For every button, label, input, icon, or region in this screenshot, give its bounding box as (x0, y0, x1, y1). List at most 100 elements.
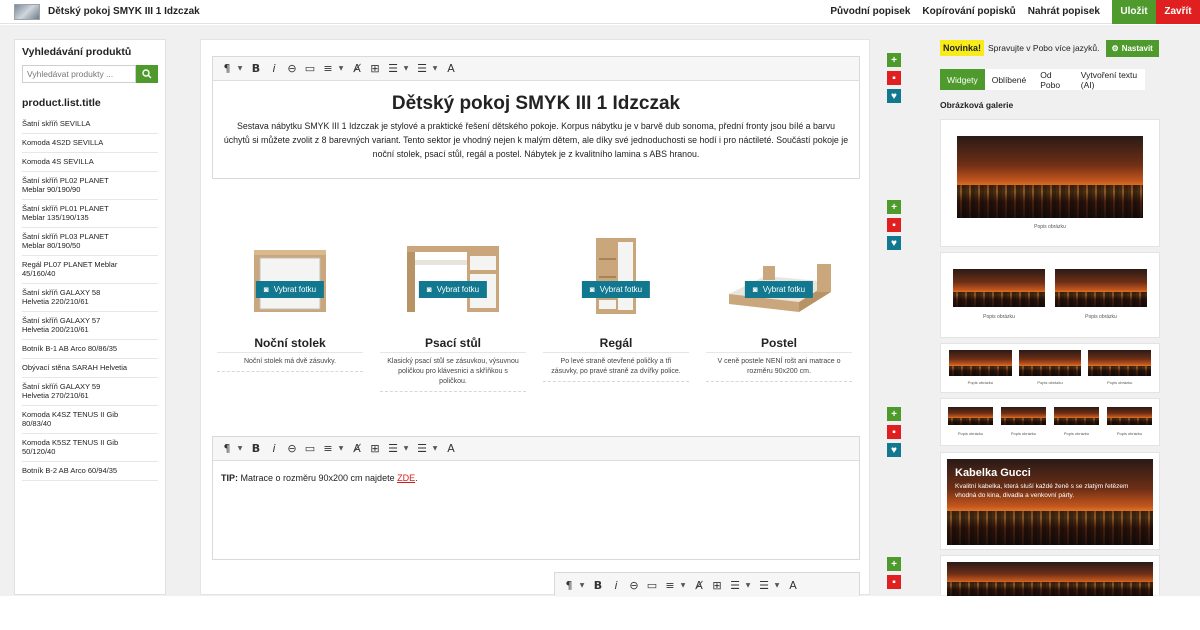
close-button[interactable]: Zavřít (1156, 0, 1200, 24)
button-icon[interactable]: ▭ (302, 62, 318, 75)
promo-banner-widget[interactable]: Kabelka Gucci Kvalitní kabelka, která sl… (940, 452, 1160, 550)
table-icon[interactable]: ⊞ (367, 62, 383, 75)
product-list-item[interactable]: Šatní skříň PL03 PLANET Meblar 80/190/50 (22, 228, 158, 256)
product-list-item[interactable]: Botník B-2 AB Arco 60/94/35 (22, 462, 158, 481)
favorite-widget-button[interactable]: ♥ (887, 89, 901, 103)
favorite-widget-button[interactable]: ♥ (887, 443, 901, 457)
settings-button[interactable]: ⚙ Nastavit (1105, 39, 1159, 57)
chevron-down-icon[interactable]: ▼ (338, 445, 344, 452)
align-icon[interactable]: ≡ (320, 62, 336, 75)
button-icon[interactable]: ▭ (302, 442, 318, 455)
delete-widget-button[interactable]: ▪ (887, 218, 901, 232)
tab-from-pobo[interactable]: Od Pobo (1033, 69, 1074, 90)
gallery-widget-1col[interactable]: Popis obrázku (940, 119, 1160, 247)
button-icon[interactable]: ▭ (644, 579, 660, 592)
chevron-down-icon[interactable]: ▼ (403, 65, 409, 72)
delete-widget-button[interactable]: ▪ (887, 71, 901, 85)
upload-description-link[interactable]: Nahrát popisek (1028, 6, 1100, 17)
tab-favorites[interactable]: Oblíbené (985, 69, 1034, 90)
add-widget-button[interactable]: + (887, 200, 901, 214)
bullet-list-icon[interactable]: ☰ (414, 62, 430, 75)
product-list-item[interactable]: Botník B-1 AB Arco 80/86/35 (22, 340, 158, 359)
clear-format-icon[interactable]: Ⱥ (349, 442, 365, 455)
bold-icon[interactable]: B (590, 579, 606, 592)
product-list-item[interactable]: Šatní skříň GALAXY 57 Helvetia 200/210/6… (22, 312, 158, 340)
italic-icon[interactable]: i (266, 62, 282, 75)
text-color-icon[interactable]: A (443, 442, 459, 455)
add-widget-button[interactable]: + (887, 407, 901, 421)
gallery-widget-3col[interactable]: Popis obrázku Popis obrázku Popis obrázk… (940, 343, 1160, 393)
pick-photo-button[interactable]: ◙ Vybrat fotku (744, 281, 814, 298)
original-description-link[interactable]: Původní popisek (830, 6, 910, 17)
copy-descriptions-link[interactable]: Kopírování popisků (922, 6, 1015, 17)
italic-icon[interactable]: i (266, 442, 282, 455)
delete-widget-button[interactable]: ▪ (887, 425, 901, 439)
product-list-item[interactable]: Komoda K4SZ TENUS II Gib 80/83/40 (22, 406, 158, 434)
product-list-item[interactable]: Komoda 4S2D SEVILLA (22, 134, 158, 153)
add-widget-button[interactable]: + (887, 557, 901, 571)
gallery-widget-2col[interactable]: Popis obrázku Popis obrázku (940, 252, 1160, 338)
chevron-down-icon[interactable]: ▼ (432, 445, 438, 452)
paragraph-icon[interactable]: ¶ (219, 62, 235, 75)
chevron-down-icon[interactable]: ▼ (237, 445, 243, 452)
tab-ai-text[interactable]: Vytvoření textu (AI) (1074, 69, 1145, 90)
chevron-down-icon[interactable]: ▼ (432, 65, 438, 72)
product-search-input[interactable] (22, 65, 136, 83)
text-widget-intro[interactable]: ¶ ▼ B i ⊖ ▭ ≡ ▼ Ⱥ ⊞ ☰ ▼ ☰ ▼ A Dětský pokoj S… (212, 56, 860, 179)
ordered-list-icon[interactable]: ☰ (385, 442, 401, 455)
chevron-down-icon[interactable]: ▼ (680, 582, 686, 589)
product-list-item[interactable]: Šatní skříň SEVILLA (22, 115, 158, 134)
bullet-list-icon[interactable]: ☰ (756, 579, 772, 592)
product-list-item[interactable]: Šatní skříň GALAXY 59 Helvetia 270/210/6… (22, 378, 158, 406)
paragraph-icon[interactable]: ¶ (219, 442, 235, 455)
add-widget-button[interactable]: + (887, 53, 901, 67)
ordered-list-icon[interactable]: ☰ (727, 579, 743, 592)
product-list-item[interactable]: Obývací stěna SARAH Helvetia (22, 359, 158, 378)
text-color-icon[interactable]: A (785, 579, 801, 592)
chevron-down-icon[interactable]: ▼ (403, 445, 409, 452)
table-icon[interactable]: ⊞ (709, 579, 725, 592)
pick-photo-button[interactable]: ◙ Vybrat fotku (418, 281, 488, 298)
product-list-item[interactable]: Šatní skříň PL01 PLANET Meblar 135/190/1… (22, 200, 158, 228)
align-icon[interactable]: ≡ (662, 579, 678, 592)
delete-widget-button[interactable]: ▪ (887, 575, 901, 589)
text-widget-tip[interactable]: ¶ ▼ B i ⊖ ▭ ≡ ▼ Ⱥ ⊞ ☰ ▼ ☰ ▼ A TIP: Matrace o… (212, 436, 860, 560)
product-list-item[interactable]: Komoda 4S SEVILLA (22, 153, 158, 172)
products-widget[interactable]: ◙ Vybrat fotku Noční stolek Noční stolek … (217, 236, 857, 416)
favorite-widget-button[interactable]: ♥ (887, 236, 901, 250)
bullet-list-icon[interactable]: ☰ (414, 442, 430, 455)
clear-format-icon[interactable]: Ⱥ (349, 62, 365, 75)
chevron-down-icon[interactable]: ▼ (579, 582, 585, 589)
chevron-down-icon[interactable]: ▼ (774, 582, 780, 589)
bold-icon[interactable]: B (248, 62, 264, 75)
text-color-icon[interactable]: A (443, 62, 459, 75)
tip-link[interactable]: ZDE (397, 473, 415, 483)
align-icon[interactable]: ≡ (320, 442, 336, 455)
tab-widgets[interactable]: Widgety (940, 69, 985, 90)
product-list-item[interactable]: Komoda K5SZ TENUS II Gib 50/120/40 (22, 434, 158, 462)
table-icon[interactable]: ⊞ (367, 442, 383, 455)
link-icon[interactable]: ⊖ (284, 62, 300, 75)
product-list-item[interactable]: Regál PL07 PLANET Meblar 45/160/40 (22, 256, 158, 284)
bold-icon[interactable]: B (248, 442, 264, 455)
clear-format-icon[interactable]: Ⱥ (691, 579, 707, 592)
link-icon[interactable]: ⊖ (626, 579, 642, 592)
save-button[interactable]: Uložit (1112, 0, 1156, 24)
product-list-item[interactable]: Šatní skříň GALAXY 58 Helvetia 220/210/6… (22, 284, 158, 312)
gallery-item: Popis obrázku (948, 407, 993, 436)
search-button[interactable] (136, 65, 158, 83)
link-icon[interactable]: ⊖ (284, 442, 300, 455)
ordered-list-icon[interactable]: ☰ (385, 62, 401, 75)
gallery-widget-partial[interactable] (940, 555, 1160, 596)
chevron-down-icon[interactable]: ▼ (745, 582, 751, 589)
chevron-down-icon[interactable]: ▼ (338, 65, 344, 72)
pick-photo-button[interactable]: ◙ Vybrat fotku (581, 281, 651, 298)
italic-icon[interactable]: i (608, 579, 624, 592)
paragraph-icon[interactable]: ¶ (561, 579, 577, 592)
gallery-widget-4col[interactable]: Popis obrázku Popis obrázku Popis obrázk… (940, 398, 1160, 446)
text-widget-next[interactable]: ¶ ▼ B i ⊖ ▭ ≡ ▼ Ⱥ ⊞ ☰ ▼ ☰ ▼ A (554, 572, 860, 597)
product-card: ◙ Vybrat fotku Noční stolek Noční stolek … (217, 236, 363, 372)
product-list-item[interactable]: Šatní skříň PL02 PLANET Meblar 90/190/90 (22, 172, 158, 200)
pick-photo-button[interactable]: ◙ Vybrat fotku (255, 281, 325, 298)
chevron-down-icon[interactable]: ▼ (237, 65, 243, 72)
